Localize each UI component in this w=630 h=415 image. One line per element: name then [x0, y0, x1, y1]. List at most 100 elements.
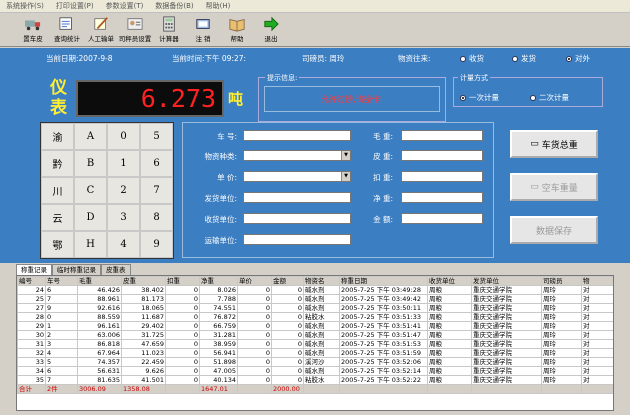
save-data-button[interactable]: 数据保存 — [510, 216, 598, 244]
table-cell: 5 — [45, 357, 78, 367]
column-header[interactable]: 编号 — [17, 276, 46, 286]
key[interactable]: 2 — [107, 177, 140, 204]
amount-input[interactable] — [401, 213, 483, 224]
receiver-input[interactable] — [243, 213, 351, 224]
table-cell: 对 — [581, 294, 613, 304]
column-header[interactable]: 收货单位 — [427, 276, 472, 286]
tool-manual-button[interactable]: 人工输单 — [86, 15, 116, 46]
column-header[interactable]: 物资名 — [303, 276, 340, 286]
tare-weight-input[interactable] — [401, 150, 483, 161]
table-cell: 7 — [45, 375, 78, 385]
table-cell: 31.281 — [199, 330, 238, 340]
unit-price-label: 单 价: — [217, 173, 237, 182]
key[interactable]: 3 — [107, 204, 140, 231]
menu-print[interactable]: 打印设置(P) — [56, 1, 94, 11]
key[interactable]: 4 — [107, 231, 140, 258]
sender-input[interactable] — [243, 192, 351, 203]
tool-logout-button[interactable]: 注 销 — [188, 15, 218, 46]
key[interactable]: 6 — [140, 150, 173, 177]
table-cell: 76.872 — [199, 312, 238, 322]
table-cell: 0 — [237, 330, 272, 340]
gross-weight-input[interactable] — [401, 130, 483, 141]
table-row[interactable]: 27 9 92.616 18.065 0 74.551 0 0 碱水剂 2005-7-25 下午 … — [17, 303, 613, 313]
plate-number-input[interactable] — [243, 130, 351, 141]
key[interactable]: 0 — [107, 123, 140, 150]
column-header[interactable]: 扣重 — [165, 276, 200, 286]
material-type-select[interactable]: ▼ — [243, 150, 351, 161]
tool-operator-button[interactable]: 司秤员设置 — [119, 15, 151, 46]
table-row[interactable]: 29 1 96.161 29.402 0 66.759 0 0 碱水剂 2005-7-25 下午 … — [17, 321, 613, 331]
key[interactable]: 5 — [140, 123, 173, 150]
key[interactable]: B — [74, 150, 107, 177]
table-row[interactable]: 33 5 74.357 22.459 0 51.898 0 0 溪河沙 2005-7-25 下午 … — [17, 357, 613, 367]
radio-single-measure[interactable]: 一次计量 — [460, 92, 499, 103]
gross-total-button[interactable]: ▭ 车货总重 — [510, 130, 598, 158]
menu-help[interactable]: 帮助(H) — [206, 1, 231, 11]
column-header[interactable]: 皮重 — [121, 276, 166, 286]
empty-weight-button[interactable]: ▭ 空车重量 — [510, 173, 598, 201]
table-cell: 9.626 — [121, 366, 166, 376]
table-cell: 8.026 — [199, 285, 238, 295]
tool-exit-button[interactable]: 退出 — [256, 15, 286, 46]
key[interactable]: 鄂 — [41, 231, 74, 258]
key[interactable]: 8 — [140, 204, 173, 231]
table-row[interactable]: 31 3 86.818 47.659 0 38.959 0 0 碱水剂 2005-7-25 下午 … — [17, 339, 613, 349]
tool-help-button[interactable]: 帮助 — [222, 15, 252, 46]
tool-calculator-button[interactable]: 计算器 — [154, 15, 184, 46]
key[interactable]: 云 — [41, 204, 74, 231]
table-cell: 周粮 — [427, 339, 472, 349]
key[interactable]: A — [74, 123, 107, 150]
unit-price-select[interactable]: ▼ — [243, 171, 351, 182]
key[interactable]: D — [74, 204, 107, 231]
radio-receive[interactable]: 收货 — [460, 53, 484, 64]
operator-name: 司磅员: 周玲 — [302, 54, 345, 63]
column-header[interactable]: 金额 — [271, 276, 304, 286]
table-row[interactable]: 25 7 88.961 81.173 0 7.788 0 0 碱水剂 2005-7-25 下午 0… — [17, 294, 613, 304]
exit-arrow-icon — [264, 16, 279, 32]
table-row[interactable]: 28 0 88.559 11.687 0 76.872 0 0 粘胶水 2005-7-25 下午 … — [17, 312, 613, 322]
tab-temp-records[interactable]: 临时称重记录 — [52, 264, 101, 275]
column-header[interactable]: 司磅员 — [541, 276, 582, 286]
records-grid[interactable]: 编号 车号 毛重 皮重 扣重 净重 单价 金额 物资名 称重日期 收货单位 发货单位 司磅员物 24 6 4… — [16, 275, 614, 411]
menu-backup[interactable]: 数据备份(B) — [155, 1, 193, 11]
deduction-input[interactable] — [401, 171, 483, 182]
menu-system[interactable]: 系统操作(S) — [6, 1, 44, 11]
hint-title: 提示信息: — [265, 73, 300, 83]
tab-weighing-records[interactable]: 称重记录 — [16, 264, 52, 275]
table-row[interactable]: 32 4 67.964 11.023 0 56.941 0 0 碱水剂 2005-7-25 下午 … — [17, 348, 613, 358]
column-header[interactable]: 发货单位 — [471, 276, 542, 286]
tool-stats-button[interactable]: 查询统计 — [52, 15, 82, 46]
column-header[interactable]: 车号 — [45, 276, 78, 286]
tool-truck-button[interactable]: 置车皮 — [18, 15, 48, 46]
key[interactable]: 9 — [140, 231, 173, 258]
net-weight-input[interactable] — [401, 192, 483, 203]
table-row[interactable]: 24 6 46.426 38.402 0 8.026 0 0 碱水剂 2005-7-25 下午 0… — [17, 285, 613, 295]
radio-send[interactable]: 发货 — [512, 53, 536, 64]
table-cell: 周粮 — [427, 330, 472, 340]
key[interactable]: 川 — [41, 177, 74, 204]
column-header[interactable]: 毛重 — [77, 276, 122, 286]
menu-params[interactable]: 参数设置(T) — [106, 1, 144, 11]
table-row[interactable]: 35 7 81.635 41.501 0 40.134 0 0 粘胶水 2005-7-25 下午 … — [17, 375, 613, 385]
key[interactable]: 黔 — [41, 150, 74, 177]
key[interactable]: 1 — [107, 150, 140, 177]
table-row[interactable]: 30 2 63.006 31.725 0 31.281 0 0 碱水剂 2005-7-25 下午 … — [17, 330, 613, 340]
key[interactable]: H — [74, 231, 107, 258]
column-header[interactable]: 物 — [581, 276, 613, 286]
carrier-input[interactable] — [243, 234, 351, 245]
radio-double-measure[interactable]: 二次计量 — [530, 92, 569, 103]
radio-external[interactable]: 对外 — [566, 53, 590, 64]
table-cell: 重庆交通学院 — [471, 330, 542, 340]
weighing-panel: 当前日期:2007-9-8 当前时间:下午 09:27: 司磅员: 周玲 物资往… — [0, 48, 630, 263]
key[interactable]: 7 — [140, 177, 173, 204]
menu-bar: 系统操作(S) 打印设置(P) 参数设置(T) 数据备份(B) 帮助(H) — [0, 0, 630, 13]
key[interactable]: 渝 — [41, 123, 74, 150]
column-header[interactable]: 单价 — [237, 276, 272, 286]
table-cell: 粘胶水 — [303, 375, 340, 385]
column-header[interactable]: 称重日期 — [339, 276, 428, 286]
status-line: 当前日期:2007-9-8 当前时间:下午 09:27: 司磅员: 周玲 物资往… — [0, 51, 630, 65]
column-header[interactable]: 净重 — [199, 276, 238, 286]
key[interactable]: C — [74, 177, 107, 204]
table-row[interactable]: 34 6 56.631 9.626 0 47.005 0 0 碱水剂 2005-7-25 下午 0… — [17, 366, 613, 376]
tab-tare-table[interactable]: 皮重表 — [101, 264, 131, 275]
